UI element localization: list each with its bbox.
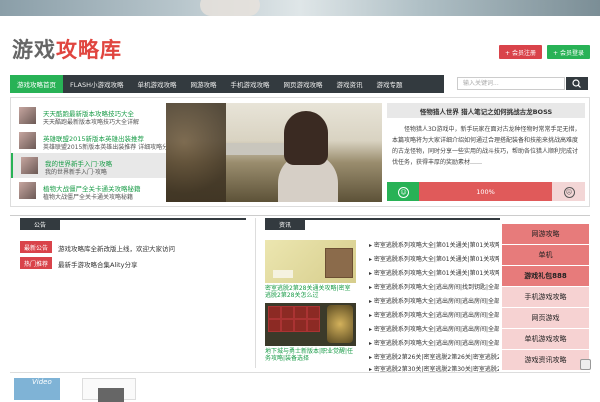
news-image[interactable] bbox=[265, 240, 356, 283]
nav-item-single[interactable]: 单机游戏攻略 bbox=[130, 75, 183, 93]
section-underline bbox=[305, 218, 500, 220]
video-player[interactable] bbox=[82, 378, 136, 402]
news-list-item[interactable]: 密室逃脱系列攻略大全|第01关通关|第01关攻略|第01关 bbox=[369, 240, 499, 249]
category-button[interactable]: 单机游戏攻略 bbox=[502, 329, 589, 349]
news-list-item[interactable]: 密室逃脱系列攻略大全|逃出房间|找到钥匙|全部道具 bbox=[369, 282, 499, 291]
divider bbox=[10, 372, 590, 373]
section-underline bbox=[60, 218, 246, 220]
notice-link[interactable]: 最新手游攻略合集Ality分享 bbox=[58, 259, 137, 269]
scroll-top-icon[interactable] bbox=[580, 359, 591, 370]
featured-thumb bbox=[19, 132, 36, 149]
featured-thumb bbox=[21, 157, 38, 174]
nav-item-web[interactable]: 网页游戏攻略 bbox=[276, 75, 329, 93]
featured-item[interactable]: 天天酷跑最新版本攻略技巧大全 天天酷跑最新版本攻略技巧大全详解 bbox=[11, 103, 166, 128]
inventory-slot bbox=[281, 306, 294, 319]
main-nav: 游戏攻略首页 FLASH小游戏攻略 单机游戏攻略 网游攻略 手机游戏攻略 网页游… bbox=[10, 75, 444, 93]
divider bbox=[10, 215, 590, 216]
category-button[interactable]: 游戏礼包888 bbox=[502, 266, 589, 286]
featured-item[interactable]: 植物大战僵尸全关卡通关攻略秘籍 植物大战僵尸全关卡通关攻略秘籍 bbox=[11, 178, 166, 203]
featured-item[interactable]: 我的世界新手入门·攻略 我的世界新手入门·攻略 bbox=[11, 153, 168, 178]
news-list-item[interactable]: 密室逃脱系列攻略大全|逃出房间|逃出房间|全部道具 bbox=[369, 338, 499, 347]
video-thumbnail[interactable]: Video bbox=[14, 378, 60, 400]
featured-subtitle: 天天酷跑最新版本攻略技巧大全详解 bbox=[43, 119, 140, 126]
inventory-slot bbox=[281, 319, 294, 332]
search-input[interactable]: 输入关键词... bbox=[457, 77, 565, 90]
news-list-item[interactable]: 密室逃脱系列攻略大全|逃出房间|逃出房间|全部道具 bbox=[369, 324, 499, 333]
category-button[interactable]: 网页游戏 bbox=[502, 308, 589, 328]
spotlight-text: 怪物猎人3D游戏中，新手玩家在面对古龙种怪物时常常手足无措，本篇攻略将为大家详细… bbox=[392, 126, 581, 166]
news-image-caption[interactable]: 地下城与勇士新版本|职业觉醒|任务攻略|装备选择 bbox=[265, 348, 356, 362]
inventory-slot bbox=[307, 319, 320, 332]
register-button[interactable]: + 会员注册 bbox=[499, 45, 542, 59]
category-button[interactable]: 单机 bbox=[502, 245, 589, 265]
nav-item-mobile[interactable]: 手机游戏攻略 bbox=[223, 75, 276, 93]
image-table bbox=[273, 270, 293, 278]
login-button[interactable]: + 会员登录 bbox=[547, 45, 590, 59]
featured-subtitle: 植物大战僵尸全关卡通关攻略秘籍 bbox=[43, 194, 134, 201]
spotlight-title[interactable]: 怪物猎人世界 猎人笔记之如何挑战古龙BOSS bbox=[387, 103, 585, 118]
section-tab-notice[interactable]: 公告 bbox=[20, 218, 60, 230]
inventory-slot bbox=[294, 319, 307, 332]
section-tab-news[interactable]: 资讯 bbox=[265, 218, 305, 230]
search-button[interactable] bbox=[566, 77, 588, 90]
featured-subtitle: 英雄联盟2015新版本英雄出装推荐 详细攻略分享 bbox=[43, 144, 175, 151]
photo-foliage bbox=[166, 103, 226, 202]
inventory-slot bbox=[268, 319, 281, 332]
category-button[interactable]: 游戏资讯攻略 bbox=[502, 350, 589, 370]
frown-icon: ☹ bbox=[563, 186, 575, 198]
category-button[interactable]: 网游攻略 bbox=[502, 224, 589, 244]
inventory-slot bbox=[268, 306, 281, 319]
news-image-caption[interactable]: 密室逃脱2第28关通关攻略|密室逃脱2第28关怎么过 bbox=[265, 285, 356, 299]
news-list-item[interactable]: 密室逃脱系列攻略大全|第01关通关|第01关攻略|第01关 bbox=[369, 268, 499, 277]
nav-item-news[interactable]: 游戏资讯 bbox=[329, 75, 369, 93]
like-button[interactable]: ☺ bbox=[387, 182, 419, 201]
vote-percent: 100% bbox=[419, 182, 552, 201]
notice-badge: 热门推荐 bbox=[20, 257, 52, 269]
top-banner bbox=[0, 0, 600, 16]
nav-item-flash[interactable]: FLASH小游戏攻略 bbox=[63, 75, 130, 93]
news-list-item[interactable]: 密室逃脱系列攻略大全|第01关通关|第01关攻略|第01关 bbox=[369, 254, 499, 263]
nav-item-home[interactable]: 游戏攻略首页 bbox=[10, 75, 63, 93]
news-list-item[interactable]: 密室逃脱2第26关|密室逃脱2第26关|密室逃脱2第26关 bbox=[369, 352, 499, 361]
column-divider bbox=[255, 218, 256, 368]
featured-item[interactable]: 英雄联盟2015新版本英雄出装推荐 英雄联盟2015新版本英雄出装推荐 详细攻略… bbox=[11, 128, 174, 153]
site-logo[interactable]: 游戏攻略库 bbox=[12, 34, 122, 64]
nav-item-online[interactable]: 网游攻略 bbox=[183, 75, 223, 93]
nav-item-topics[interactable]: 游戏专题 bbox=[369, 75, 409, 93]
photo-figure-hair bbox=[284, 111, 328, 165]
news-list-item[interactable]: 密室逃脱系列攻略大全|逃出房间|逃出房间|全部道具位置 bbox=[369, 310, 499, 319]
logo-text-part2: 攻略库 bbox=[56, 38, 122, 62]
dislike-button[interactable]: ☹ bbox=[552, 182, 585, 201]
banner-image bbox=[200, 0, 260, 16]
smile-icon: ☺ bbox=[398, 186, 409, 198]
image-character bbox=[327, 305, 353, 343]
category-button[interactable]: 手机游戏攻略 bbox=[502, 287, 589, 307]
logo-text-part1: 游戏 bbox=[12, 38, 56, 62]
featured-thumb bbox=[19, 107, 36, 124]
news-list-item[interactable]: 密室逃脱系列攻略大全|逃出房间|逃出房间|全部道具位置 bbox=[369, 296, 499, 305]
featured-subtitle: 我的世界新手入门·攻略 bbox=[45, 169, 107, 176]
notice-link[interactable]: 游戏攻略库全新改版上线，欢迎大家访问 bbox=[58, 243, 175, 253]
featured-photo[interactable] bbox=[166, 103, 382, 202]
inventory-slot bbox=[294, 306, 307, 319]
video-label: Video bbox=[32, 378, 52, 386]
inventory-slot bbox=[307, 306, 320, 319]
featured-thumb bbox=[19, 182, 36, 199]
notice-badge: 最新公告 bbox=[20, 241, 52, 253]
news-image[interactable] bbox=[265, 303, 356, 346]
image-door bbox=[325, 248, 353, 278]
search-icon bbox=[572, 79, 581, 88]
